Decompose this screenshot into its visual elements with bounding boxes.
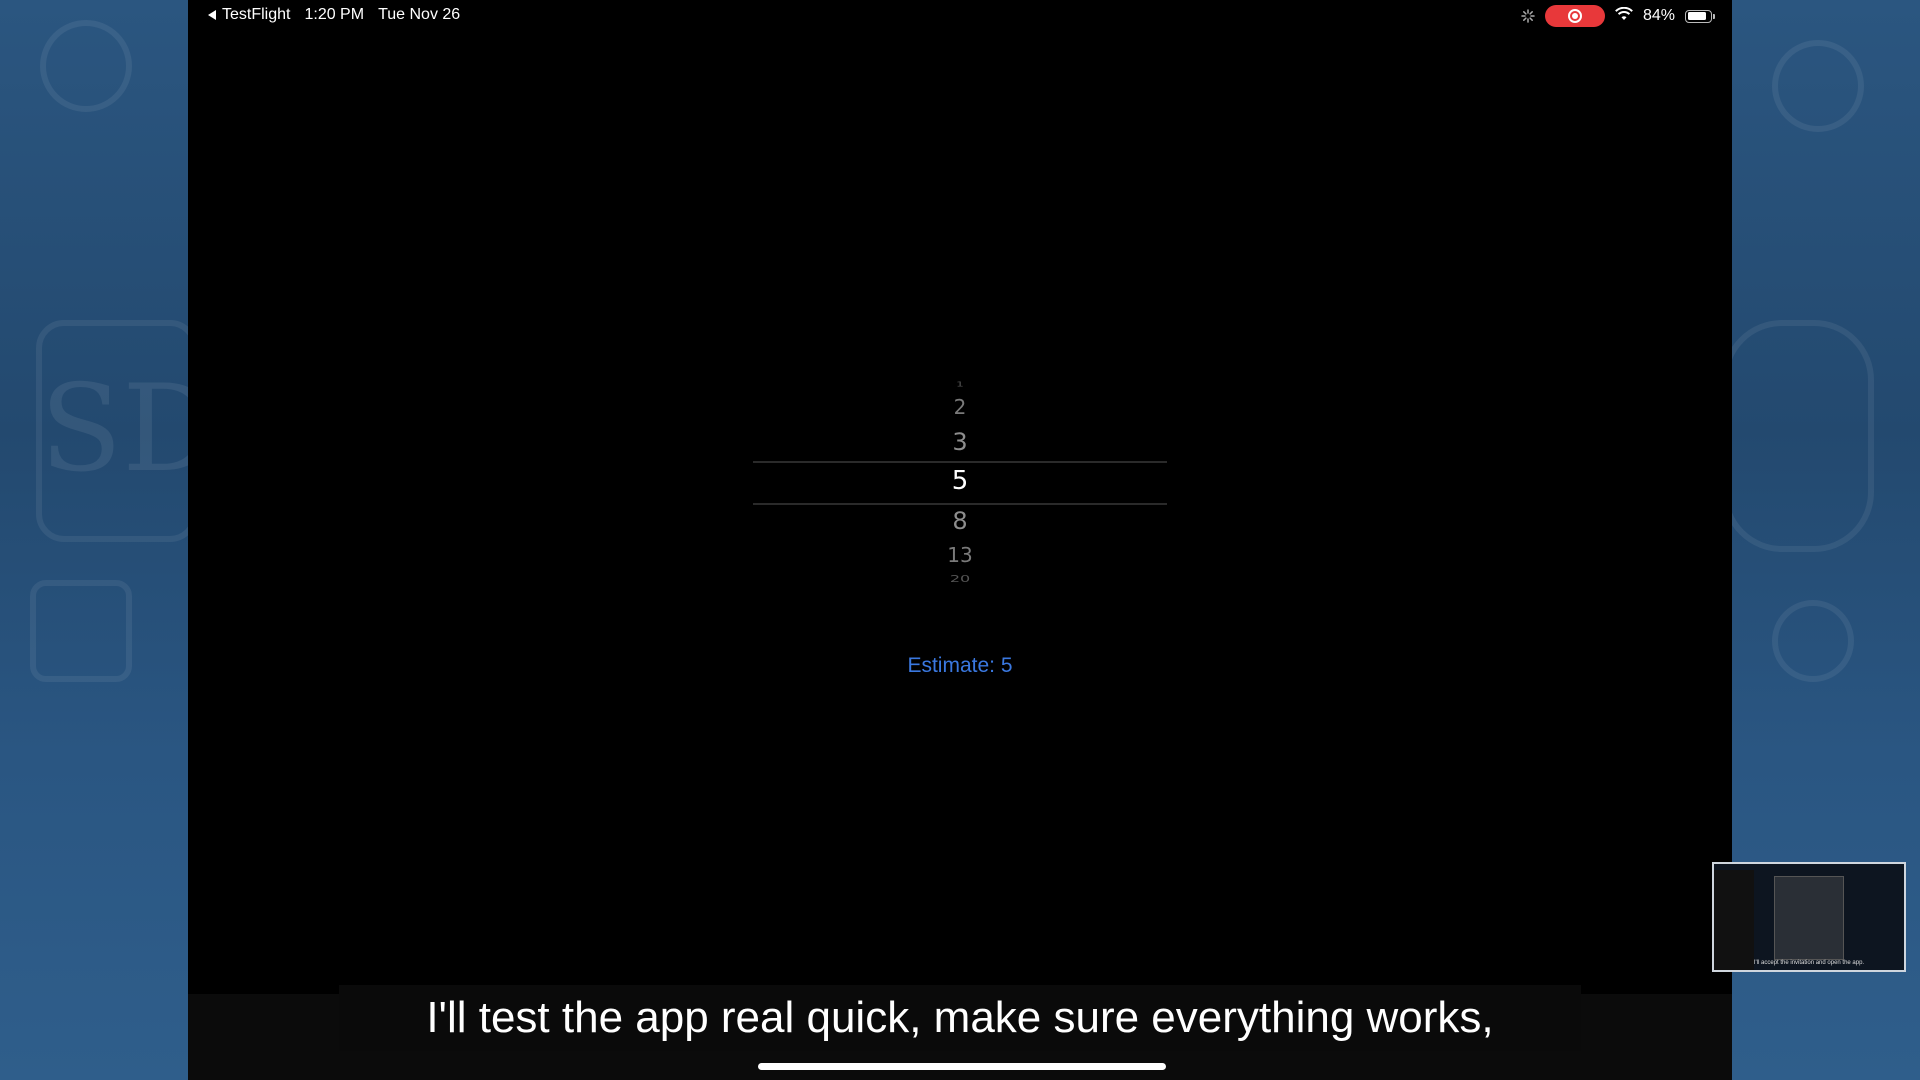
home-indicator[interactable] (758, 1063, 1166, 1070)
picker-item[interactable]: 20 (753, 573, 1167, 584)
ipad-screen: TestFlight 1:20 PM Tue Nov 26 84% 1 2 3 … (188, 0, 1732, 1080)
back-arrow-icon (208, 10, 216, 20)
battery-icon (1685, 9, 1715, 23)
picker-item[interactable]: 2 (753, 395, 1167, 419)
blurred-icon (1772, 40, 1864, 132)
picker-item-selected[interactable]: 5 (753, 466, 1167, 496)
picker-selection-top-line (753, 461, 1167, 463)
battery-percent: 84% (1642, 7, 1675, 24)
thumbnail-dialog (1774, 876, 1844, 960)
picker-item[interactable]: 13 (753, 543, 1167, 567)
back-app-label: TestFlight (222, 6, 291, 23)
status-time: 1:20 PM (304, 6, 365, 23)
screen-recording-indicator[interactable] (1544, 5, 1605, 27)
picture-in-picture-thumbnail[interactable]: I'll accept the invitation and open the … (1712, 862, 1906, 972)
thumbnail-caption: I'll accept the invitation and open the … (1753, 960, 1865, 966)
thumbnail-sidebar (1714, 870, 1754, 970)
estimate-label: Estimate: 5 (907, 654, 1013, 677)
blurred-icon (30, 580, 132, 682)
video-caption: I'll test the app real quick, make sure … (339, 985, 1581, 1051)
desktop-background-left: SD (0, 0, 218, 1080)
blurred-icon (1772, 600, 1854, 682)
blurred-app-icon (1722, 320, 1874, 552)
picker-selection-bottom-line (753, 503, 1167, 505)
record-icon (1567, 9, 1582, 23)
back-to-app-link[interactable]: TestFlight (208, 6, 290, 24)
blurred-icon (40, 20, 132, 112)
wifi-icon (1615, 6, 1633, 26)
activity-spinner-icon (1521, 9, 1535, 23)
picker-item[interactable]: 3 (753, 428, 1167, 456)
picker-item[interactable]: 1 (753, 380, 1167, 388)
status-date: Tue Nov 26 (378, 6, 461, 23)
estimate-picker[interactable]: 1 2 3 5 8 13 20 (753, 370, 1167, 606)
picker-item[interactable]: 8 (753, 507, 1167, 535)
status-bar: TestFlight 1:20 PM Tue Nov 26 84% (188, 0, 1732, 32)
